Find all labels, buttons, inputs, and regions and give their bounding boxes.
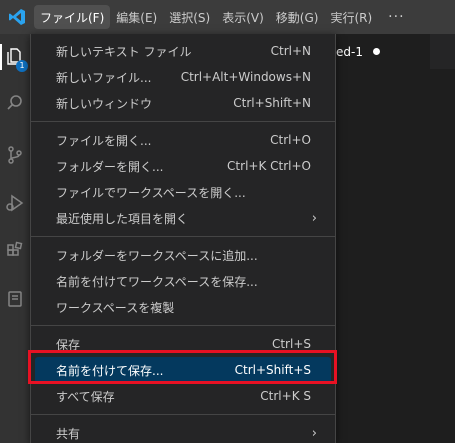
menu-more-icon[interactable]: ··· <box>378 5 414 29</box>
menu-separator <box>31 414 335 415</box>
menu-item-shortcut: Ctrl+O <box>270 133 311 147</box>
remote-explorer-icon[interactable] <box>0 282 30 316</box>
menu-item-label: 共有 <box>56 426 81 441</box>
menu-open-recent[interactable]: 最近使用した項目を開く › <box>35 205 331 231</box>
run-debug-icon[interactable] <box>0 186 30 220</box>
menu-selection[interactable]: 選択(S) <box>163 5 216 29</box>
menu-run[interactable]: 実行(R) <box>324 5 378 29</box>
unsaved-dot-icon[interactable] <box>372 48 380 55</box>
extensions-icon[interactable] <box>0 234 30 268</box>
menu-new-file[interactable]: 新しいファイル... Ctrl+Alt+Windows+N <box>35 64 331 90</box>
menu-item-label: 最近使用した項目を開く <box>56 211 189 226</box>
menu-new-text-file[interactable]: 新しいテキスト ファイル Ctrl+N <box>35 38 331 64</box>
menu-item-shortcut: Ctrl+S <box>271 337 311 351</box>
menu-item-shortcut: Ctrl+K S <box>260 389 311 403</box>
menu-save[interactable]: 保存 Ctrl+S <box>35 331 331 357</box>
menu-view[interactable]: 表示(V) <box>216 5 270 29</box>
menu-item-shortcut: Ctrl+K Ctrl+O <box>227 159 311 173</box>
menu-item-label: ワークスペースを複製 <box>56 300 175 315</box>
menu-item-label: ファイルを開く... <box>56 133 152 148</box>
menu-file[interactable]: ファイル(F) <box>34 5 111 29</box>
menu-item-label: 新しいファイル... <box>56 70 152 85</box>
menu-save-workspace-as[interactable]: 名前を付けてワークスペースを保存... <box>35 268 331 294</box>
menu-item-label: すべて保存 <box>56 389 115 404</box>
menu-item-shortcut: Ctrl+Shift+S <box>234 363 311 377</box>
menu-item-label: フォルダーをワークスペースに追加... <box>56 248 258 263</box>
menu-item-label: 名前を付けてワークスペースを保存... <box>56 274 258 289</box>
menu-item-label: 新しいテキスト ファイル <box>56 44 192 59</box>
activity-bar: 1 <box>0 34 30 443</box>
menu-item-label: ファイルでワークスペースを開く... <box>56 185 246 200</box>
menu-open-file[interactable]: ファイルを開く... Ctrl+O <box>35 127 331 153</box>
editor-tab[interactable]: ed-1 <box>330 34 430 69</box>
menu-item-shortcut: Ctrl+N <box>270 44 311 58</box>
vscode-logo-icon <box>0 0 34 34</box>
menu-separator <box>31 121 335 122</box>
search-icon[interactable] <box>0 86 30 120</box>
vscode-window: ファイル(F) 編集(E) 選択(S) 表示(V) 移動(G) 実行(R) ··… <box>0 0 455 443</box>
source-control-icon[interactable] <box>0 138 30 172</box>
menu-edit[interactable]: 編集(E) <box>110 5 163 29</box>
menu-go[interactable]: 移動(G) <box>270 5 325 29</box>
chevron-right-icon: › <box>311 210 317 226</box>
menu-separator <box>31 325 335 326</box>
chevron-right-icon: › <box>311 425 317 441</box>
menu-item-label: フォルダーを開く... <box>56 159 164 174</box>
menu-save-all[interactable]: すべて保存 Ctrl+K S <box>35 383 331 409</box>
menu-item-label: 名前を付けて保存... <box>56 363 164 378</box>
menu-add-folder-to-workspace[interactable]: フォルダーをワークスペースに追加... <box>35 242 331 268</box>
menu-item-shortcut: Ctrl+Shift+N <box>233 96 311 110</box>
menu-separator <box>31 236 335 237</box>
file-menu-dropdown: 新しいテキスト ファイル Ctrl+N 新しいファイル... Ctrl+Alt+… <box>30 34 336 443</box>
menu-save-as[interactable]: 名前を付けて保存... Ctrl+Shift+S <box>35 357 331 383</box>
menu-item-label: 保存 <box>56 337 81 352</box>
menu-open-folder[interactable]: フォルダーを開く... Ctrl+K Ctrl+O <box>35 153 331 179</box>
explorer-badge: 1 <box>16 60 28 72</box>
menu-open-workspace-from-file[interactable]: ファイルでワークスペースを開く... <box>35 179 331 205</box>
editor-tab-label: ed-1 <box>336 44 363 59</box>
menu-item-label: 新しいウィンドウ <box>56 96 153 111</box>
menu-duplicate-workspace[interactable]: ワークスペースを複製 <box>35 294 331 320</box>
menu-share[interactable]: 共有 › <box>35 420 331 443</box>
menu-new-window[interactable]: 新しいウィンドウ Ctrl+Shift+N <box>35 90 331 116</box>
explorer-icon[interactable]: 1 <box>0 40 30 74</box>
menu-item-shortcut: Ctrl+Alt+Windows+N <box>180 70 311 84</box>
menu-bar: ファイル(F) 編集(E) 選択(S) 表示(V) 移動(G) 実行(R) ··… <box>0 0 455 34</box>
